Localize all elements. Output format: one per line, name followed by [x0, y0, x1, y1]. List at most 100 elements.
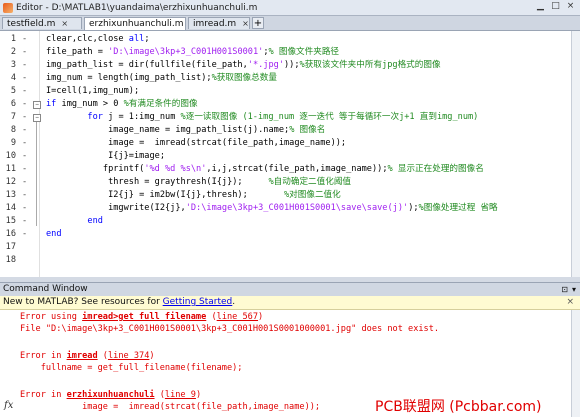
code-token: ; — [144, 34, 150, 44]
error-line: Error in erzhixunhuanchuli (line 9) — [20, 389, 201, 401]
line-number[interactable]: 15 — [0, 215, 16, 228]
code-line[interactable]: 15- end — [0, 215, 571, 228]
breakpoint-marker[interactable]: - — [22, 111, 27, 124]
line-link[interactable]: line 9 — [165, 390, 196, 400]
breakpoint-marker[interactable]: - — [22, 72, 27, 85]
command-window-title: Command Window — [3, 284, 88, 294]
tab-label: erzhixunhuanchuli.m — [89, 19, 184, 29]
code-line[interactable]: 18 — [0, 254, 571, 267]
minimize-icon[interactable]: ▁ — [535, 1, 546, 12]
line-number[interactable]: 8 — [0, 124, 16, 137]
code-line[interactable]: 17 — [0, 241, 571, 254]
line-number[interactable]: 16 — [0, 228, 16, 241]
tab-close-icon[interactable]: × — [242, 19, 249, 28]
close-icon[interactable]: × — [565, 1, 576, 12]
breakpoint-marker[interactable]: - — [22, 163, 27, 176]
code-token: file_path = — [46, 47, 109, 57]
code-text: clear,clc,close all; — [46, 33, 150, 46]
code-line[interactable]: 10- I{j}=image; — [0, 150, 571, 163]
breakpoint-marker[interactable]: - — [22, 59, 27, 72]
editor-splitter[interactable] — [0, 277, 580, 281]
banner-close-icon[interactable]: × — [566, 296, 574, 309]
function-link[interactable]: imread>get_full_filename — [82, 312, 206, 322]
line-number[interactable]: 10 — [0, 150, 16, 163]
line-link[interactable]: line 567 — [217, 312, 258, 322]
error-text: ( — [97, 351, 108, 361]
line-number[interactable]: 7 — [0, 111, 16, 124]
editor-scrollbar[interactable] — [571, 31, 580, 277]
line-number[interactable]: 1 — [0, 33, 16, 46]
breakpoint-marker[interactable]: - — [22, 215, 27, 228]
breakpoint-marker[interactable]: - — [22, 228, 27, 241]
command-window-header: Command Window ⊡ ▾ — [0, 282, 580, 297]
line-number[interactable]: 17 — [0, 241, 16, 254]
code-token: thresh = graythresh(I{j}); — [46, 177, 269, 187]
breakpoint-marker[interactable]: - — [22, 85, 27, 98]
breakpoint-marker[interactable]: - — [22, 33, 27, 46]
line-number[interactable]: 6 — [0, 98, 16, 111]
fold-toggle-icon[interactable]: − — [33, 101, 41, 109]
code-text: I=cell(1,img_num); — [46, 85, 139, 98]
tab-imread[interactable]: imread.m × — [188, 17, 250, 29]
line-link[interactable]: line 374 — [108, 351, 149, 361]
code-token: imgwrite(I2{j}, — [46, 203, 186, 213]
tab-close-icon[interactable]: × — [61, 19, 68, 28]
breakpoint-marker[interactable]: - — [22, 202, 27, 215]
tab-testfield[interactable]: testfield.m × — [2, 17, 82, 29]
comment-token: %有满足条件的图像 — [123, 99, 198, 109]
breakpoint-marker[interactable]: - — [22, 124, 27, 137]
line-number[interactable]: 13 — [0, 189, 16, 202]
code-line[interactable]: 7- − for j = 1:img_num %逐一读取图像 (1-img_num… — [0, 111, 571, 124]
code-line[interactable]: 6- − if img_num > 0 %有满足条件的图像 — [0, 98, 571, 111]
code-line[interactable]: 1- clear,clc,close all; — [0, 33, 571, 46]
code-line[interactable]: 12- thresh = graythresh(I{j}); %自动确定二值化阈… — [0, 176, 571, 189]
function-link[interactable]: erzhixunhuanchuli — [67, 390, 155, 400]
code-line[interactable]: 5- I=cell(1,img_num); — [0, 85, 571, 98]
code-line[interactable]: 16- end — [0, 228, 571, 241]
function-link[interactable]: imread — [67, 351, 98, 361]
tab-label: imread.m — [193, 19, 237, 29]
breakpoint-marker[interactable]: - — [22, 98, 27, 111]
code-token: j = 1:img_num — [102, 112, 181, 122]
line-number[interactable]: 4 — [0, 72, 16, 85]
maximize-icon[interactable]: □ — [550, 1, 561, 12]
add-tab-button[interactable]: + — [252, 17, 264, 29]
getting-started-link[interactable]: Getting Started — [163, 297, 233, 307]
undock-icon[interactable]: ⊡ — [561, 283, 568, 296]
line-number[interactable]: 3 — [0, 59, 16, 72]
error-text: File "D:\image\3kp+3_C001H001S0001\3kp+3… — [20, 324, 440, 334]
breakpoint-marker[interactable]: - — [22, 137, 27, 150]
fold-toggle-icon[interactable]: − — [33, 114, 41, 122]
breakpoint-marker[interactable]: - — [22, 189, 27, 202]
fx-prompt-icon[interactable]: fx — [4, 400, 13, 411]
code-text: for j = 1:img_num %逐一读取图像 (1-img_num 逐一迭… — [46, 111, 478, 124]
code-line[interactable]: 3- img_path_list = dir(fullfile(file_path… — [0, 59, 571, 72]
line-number[interactable]: 9 — [0, 137, 16, 150]
breakpoint-marker[interactable]: - — [22, 176, 27, 189]
code-line[interactable]: 8- image_name = img_path_list(j).name;% … — [0, 124, 571, 137]
code-editor[interactable]: 1- clear,clc,close all; 2- file_path = 'D:\… — [0, 31, 571, 277]
line-number[interactable]: 14 — [0, 202, 16, 215]
line-number[interactable]: 2 — [0, 46, 16, 59]
code-line[interactable]: 2- file_path = 'D:\image\3kp+3_C001H001S0… — [0, 46, 571, 59]
line-number[interactable]: 11 — [0, 163, 16, 176]
line-number[interactable]: 18 — [0, 254, 16, 267]
code-line[interactable]: 4- img_num = length(img_path_list);%获取图像总… — [0, 72, 571, 85]
code-text: I{j}=image; — [46, 150, 165, 163]
command-window-scrollbar[interactable] — [571, 310, 580, 417]
code-line[interactable]: 14- imgwrite(I2{j},'D:\image\3kp+3_C001H… — [0, 202, 571, 215]
code-line[interactable]: 9- image = imread(strcat(file_path,image… — [0, 137, 571, 150]
menu-icon[interactable]: ▾ — [572, 283, 576, 296]
error-text: ) — [258, 312, 264, 322]
line-number[interactable]: 12 — [0, 176, 16, 189]
code-line[interactable]: 11- fprintf('%d %d %s\n',i,j,strcat(file… — [0, 163, 571, 176]
error-text: Error in — [20, 351, 67, 361]
breakpoint-marker[interactable]: - — [22, 150, 27, 163]
breakpoint-marker[interactable]: - — [22, 46, 27, 59]
code-line[interactable]: 13- I2{j} = im2bw(I{j},thresh); %对图像二值化 — [0, 189, 571, 202]
line-number[interactable]: 5 — [0, 85, 16, 98]
error-line: image = imread(strcat(file_path,image_na… — [20, 401, 320, 413]
comment-token: %获取该文件夹中所有jpg格式的图像 — [299, 60, 441, 70]
tab-erzhixunhuanchuli[interactable]: erzhixunhuanchuli.m× — [84, 17, 196, 30]
